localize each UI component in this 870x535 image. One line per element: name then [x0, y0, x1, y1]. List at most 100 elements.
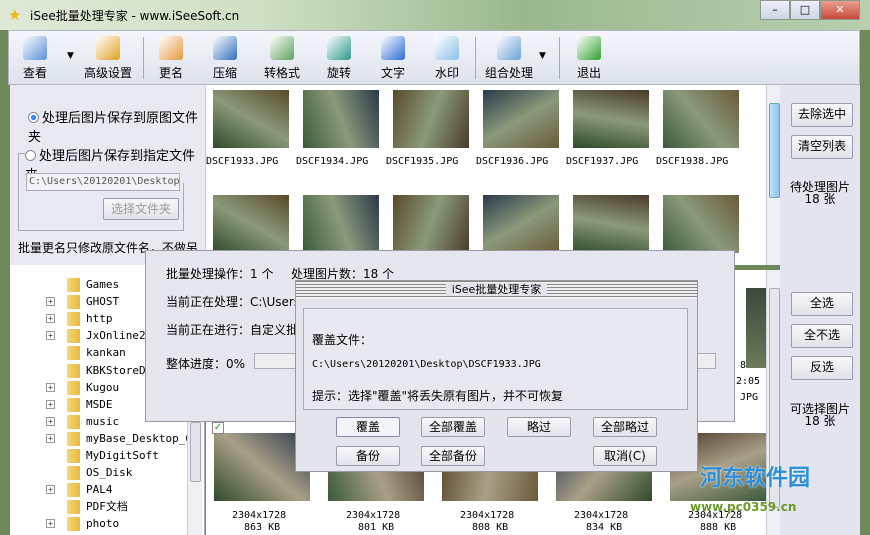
- folder-icon: [67, 449, 80, 463]
- save-original-radio[interactable]: 处理后图片保存到原图文件夹: [28, 107, 205, 145]
- select-none-button[interactable]: 全不选: [791, 324, 853, 348]
- toolbar-compress-button[interactable]: 压缩: [205, 36, 245, 84]
- save-options-panel: 处理后图片保存到原图文件夹 处理后图片保存到指定文件夹 C:\Users\201…: [10, 85, 206, 265]
- choose-folder-button[interactable]: 选择文件夹: [103, 198, 179, 220]
- image-thumbnail[interactable]: [483, 90, 559, 148]
- backup-all-button[interactable]: 全部备份: [421, 446, 485, 466]
- tree-item-label: music: [86, 414, 120, 428]
- tree-item-label: KBKStoreDe: [86, 363, 153, 377]
- dropdown-arrow-icon[interactable]: ▼: [67, 51, 74, 61]
- image-thumbnail[interactable]: [573, 195, 649, 253]
- tree-item-label: OS_Disk: [86, 466, 133, 480]
- output-path-input[interactable]: C:\Users\20120201\Desktop: [26, 173, 180, 191]
- text-icon: [381, 36, 405, 60]
- tree-item-label: http: [86, 312, 113, 326]
- thumbnail-filename: DSCF1936.JPG: [476, 156, 549, 167]
- clear-list-button[interactable]: 清空列表: [791, 135, 853, 159]
- tree-item[interactable]: + photo: [10, 515, 188, 532]
- thumbnail-filename: DSCF1935.JPG: [386, 156, 459, 167]
- toolbar-label: 退出: [576, 66, 601, 80]
- toolbar-rotate-button[interactable]: 旋转: [319, 36, 359, 84]
- folder-icon: [67, 483, 80, 498]
- thumbnail-checkbox[interactable]: ✓: [212, 422, 224, 434]
- tree-item[interactable]: PDF文档: [10, 498, 188, 515]
- folder-icon: [67, 295, 80, 310]
- tree-item-label: GHOST: [86, 295, 120, 309]
- overwrite-heading: 覆盖文件：: [312, 333, 373, 347]
- tree-item-label: photo: [86, 517, 120, 531]
- toolbar-convert-button[interactable]: 转格式: [259, 36, 305, 84]
- expand-icon[interactable]: +: [46, 382, 55, 392]
- tree-item[interactable]: OS_Disk: [10, 464, 188, 481]
- expand-icon[interactable]: +: [46, 416, 55, 426]
- radio-checked-icon: [28, 112, 39, 123]
- tree-item[interactable]: + PAL4: [10, 481, 188, 498]
- dialog-title: iSee批量处理专家: [445, 283, 548, 296]
- expand-icon[interactable]: +: [46, 485, 55, 495]
- overwrite-button[interactable]: 覆盖: [336, 417, 400, 437]
- image-thumbnail[interactable]: [663, 90, 739, 148]
- toolbar-view-button[interactable]: 查看: [17, 36, 53, 84]
- image-thumbnail[interactable]: [483, 195, 559, 253]
- toolbar-watermark-button[interactable]: 水印: [427, 36, 467, 84]
- overwrite-all-button[interactable]: 全部覆盖: [421, 417, 485, 437]
- maximize-button[interactable]: □: [790, 0, 820, 20]
- folder-icon: [67, 414, 80, 429]
- available-scrollbar[interactable]: [766, 270, 781, 535]
- folder-icon: [67, 363, 80, 378]
- invert-selection-button[interactable]: 反选: [791, 356, 853, 380]
- toolbar-label: 压缩: [212, 66, 237, 80]
- toolbar-text-button[interactable]: 文字: [373, 36, 413, 84]
- window-title: iSee批量处理专家 - www.iSeeSoft.cn: [30, 9, 240, 23]
- image-dimensions: 2304x1728: [346, 510, 401, 521]
- expand-icon[interactable]: +: [46, 331, 55, 341]
- cancel-button[interactable]: 取消(C): [593, 446, 657, 466]
- skip-all-button[interactable]: 全部略过: [593, 417, 657, 437]
- thumbnail-filename: DSCF1933.JPG: [206, 156, 279, 167]
- app-star-icon: ★: [8, 6, 22, 24]
- toolbar-exit-button[interactable]: 退出: [569, 36, 609, 84]
- image-thumbnail[interactable]: [303, 195, 379, 253]
- tree-item[interactable]: + myBase_Desktop_6.: [10, 430, 199, 447]
- folder-icon: [67, 397, 80, 412]
- tree-item[interactable]: MyDigitSoft: [10, 447, 188, 464]
- expand-icon[interactable]: +: [46, 297, 55, 307]
- toolbar-combo-button[interactable]: 组合处理: [481, 36, 537, 84]
- backup-button[interactable]: 备份: [336, 446, 400, 466]
- image-thumbnail[interactable]: [393, 195, 469, 253]
- expand-icon[interactable]: +: [46, 519, 55, 529]
- image-thumbnail[interactable]: [393, 90, 469, 148]
- pending-scrollbar[interactable]: [766, 85, 781, 265]
- image-thumbnail[interactable]: [303, 90, 379, 148]
- pending-count: 18 张: [804, 192, 836, 206]
- thumbnail-filename: DSCF1937.JPG: [566, 156, 639, 167]
- image-thumbnail[interactable]: [213, 195, 289, 253]
- pending-images-list[interactable]: DSCF1933.JPG DSCF1934.JPG DSCF1935.JPG DSCF…: [206, 85, 766, 265]
- expand-icon[interactable]: +: [46, 433, 55, 443]
- image-thumbnail[interactable]: [213, 90, 289, 148]
- select-all-button[interactable]: 全选: [791, 292, 853, 316]
- close-button[interactable]: ✕: [820, 0, 860, 20]
- thumbnail-info-partial: 8: [740, 360, 747, 371]
- toolbar-separator: [559, 37, 560, 79]
- remove-selected-button[interactable]: 去除选中: [791, 103, 853, 127]
- dialog-message-box: 覆盖文件： C:\Users\20120201\Desktop\DSCF1933…: [303, 308, 688, 410]
- image-size: 863 KB: [244, 522, 281, 533]
- toolbar-label: 高级设置: [83, 66, 132, 80]
- dropdown-arrow-icon[interactable]: ▼: [539, 51, 546, 61]
- image-thumbnail[interactable]: [746, 288, 766, 368]
- expand-icon[interactable]: +: [46, 399, 55, 409]
- minimize-button[interactable]: –: [760, 0, 790, 20]
- exit-icon: [577, 36, 601, 60]
- folder-icon: [67, 431, 80, 446]
- image-thumbnail[interactable]: [663, 195, 739, 253]
- image-thumbnail[interactable]: [573, 90, 649, 148]
- tree-scrollbar[interactable]: [187, 420, 202, 535]
- skip-button[interactable]: 略过: [507, 417, 571, 437]
- folder-icon: [67, 380, 80, 395]
- expand-icon[interactable]: +: [46, 314, 55, 324]
- folder-icon: [67, 346, 80, 361]
- convert-icon: [270, 36, 294, 60]
- toolbar-settings-button[interactable]: 高级设置: [79, 36, 137, 84]
- toolbar-rename-button[interactable]: 更名: [151, 36, 191, 84]
